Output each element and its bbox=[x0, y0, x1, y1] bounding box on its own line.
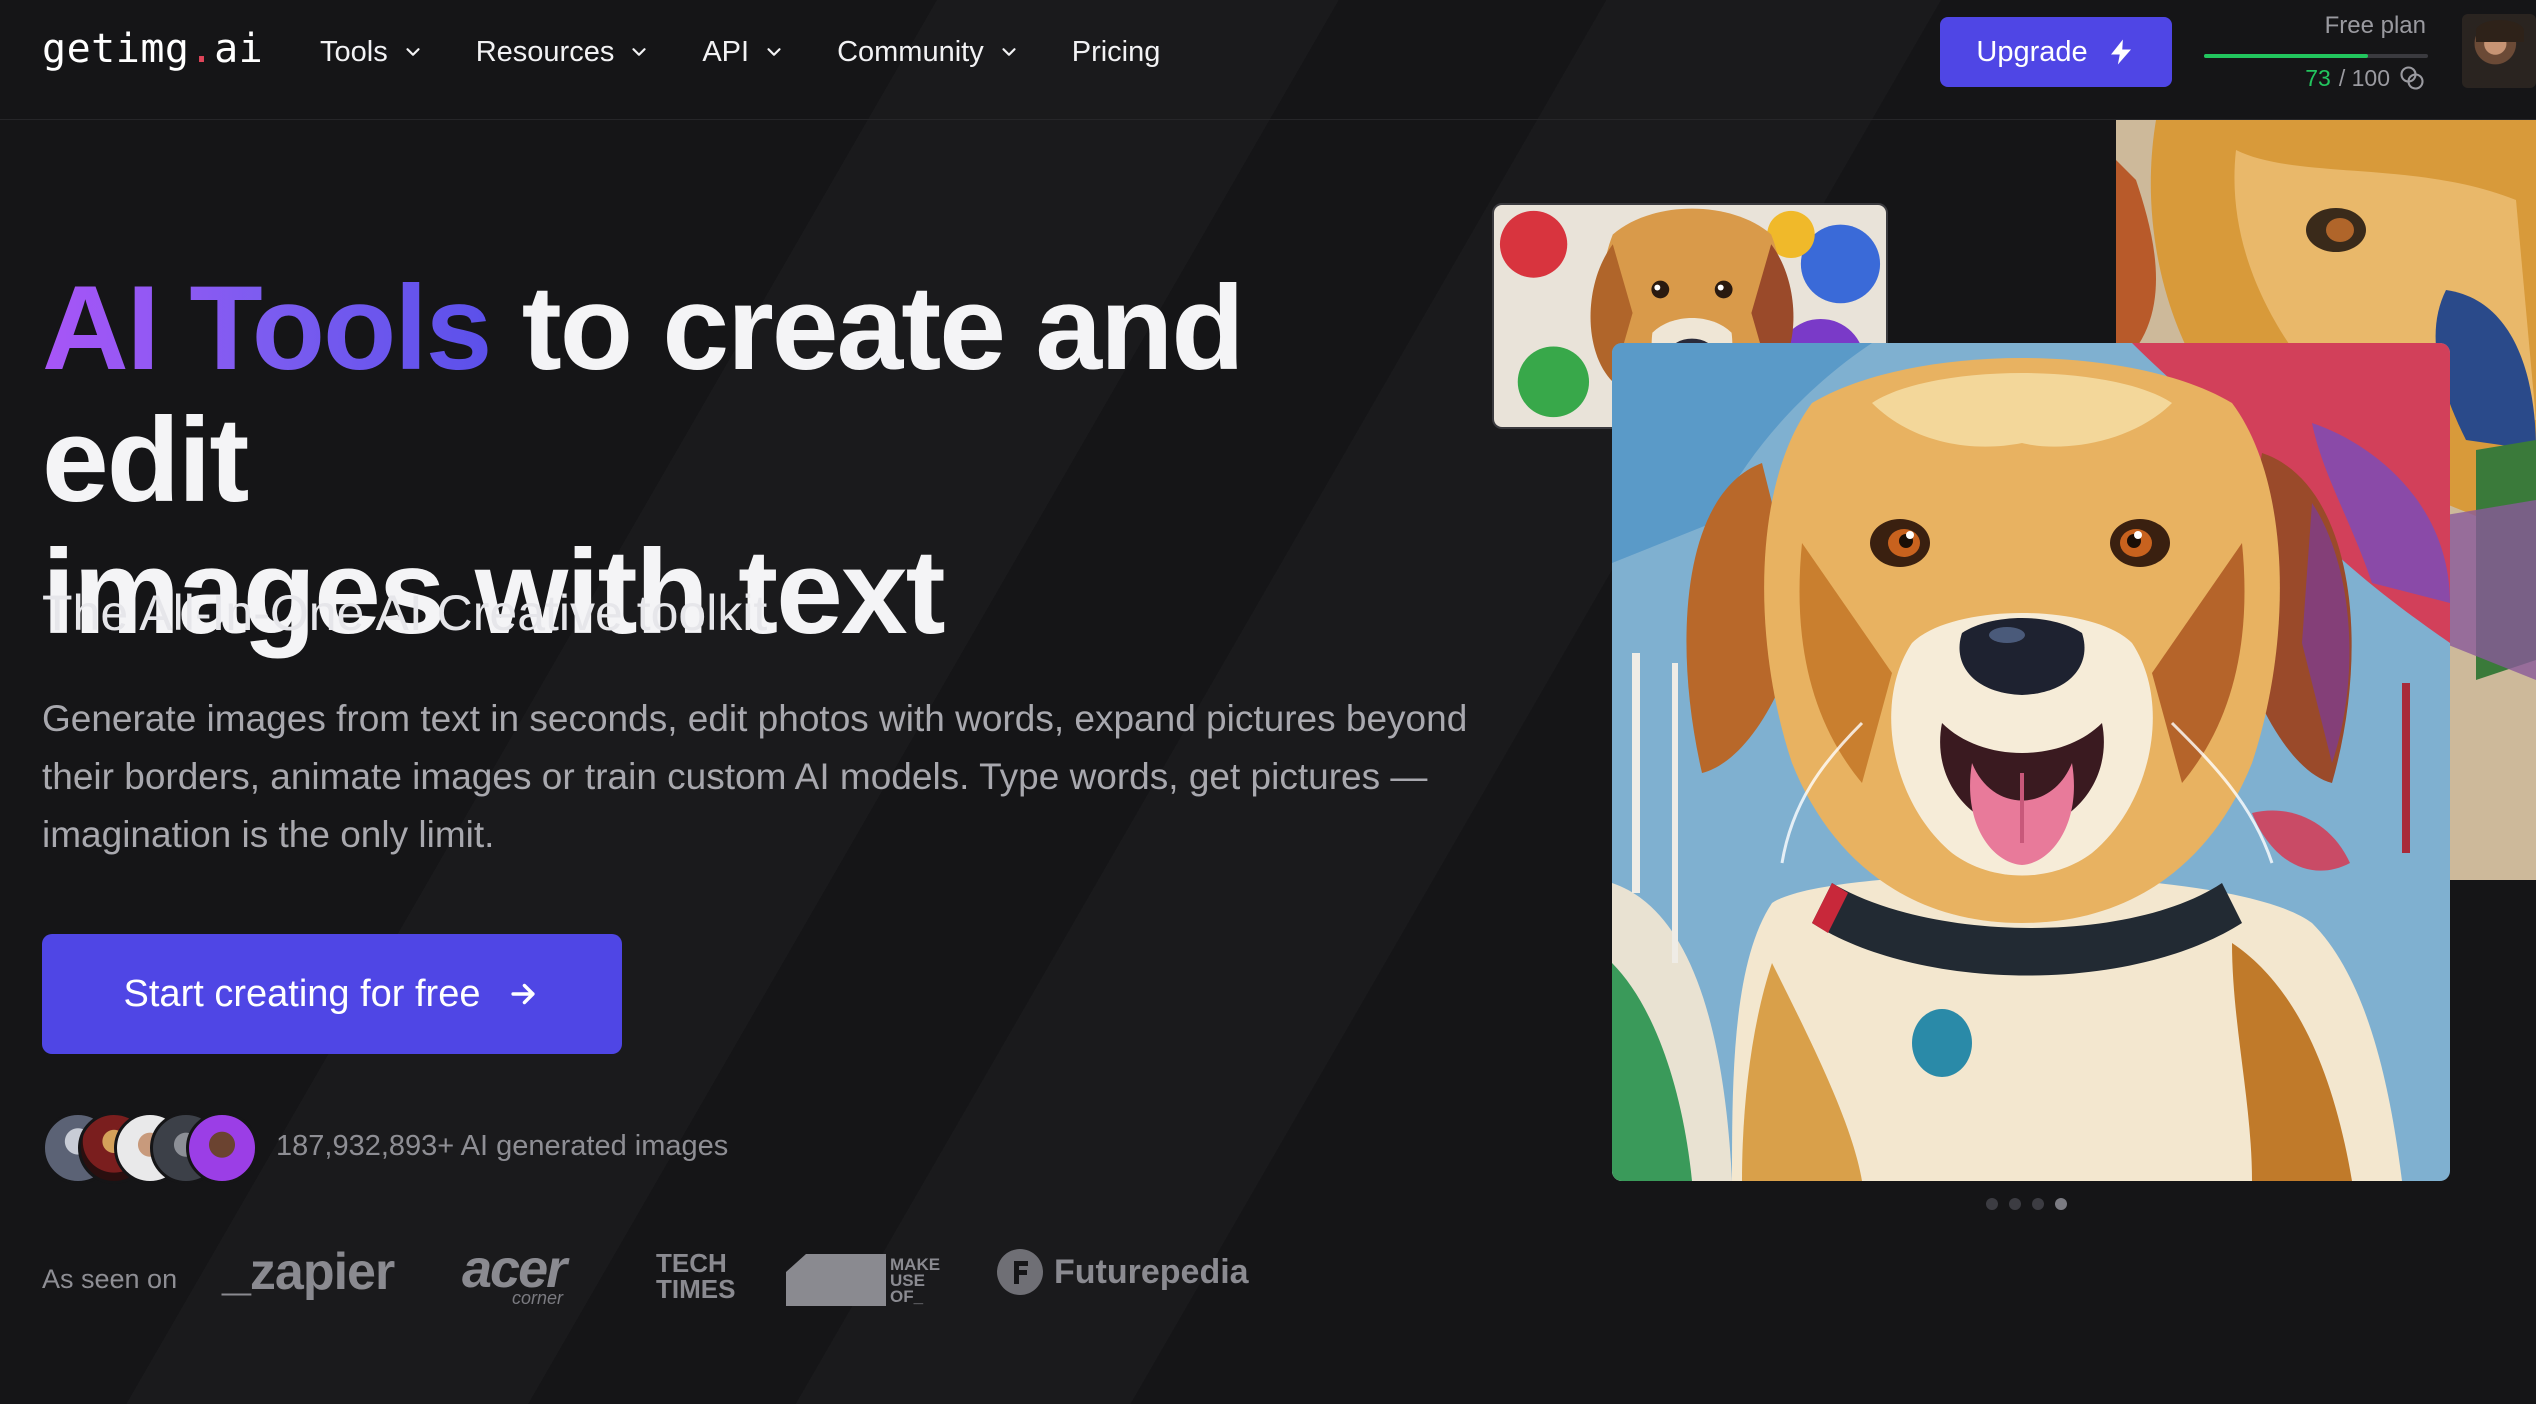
upgrade-button-label: Upgrade bbox=[1976, 35, 2088, 68]
nav-community-label: Community bbox=[837, 35, 984, 68]
credits-used: 73 bbox=[2305, 64, 2331, 91]
credits-total: / 100 bbox=[2338, 64, 2390, 91]
hero-description: Generate images from text in seconds, ed… bbox=[42, 698, 1468, 855]
chevron-down-icon bbox=[767, 48, 781, 56]
upgrade-button[interactable]: Upgrade bbox=[1940, 17, 2172, 87]
generated-images-count: 187,932,893+ AI generated images bbox=[276, 1130, 729, 1162]
carousel-indicators bbox=[1986, 1198, 2067, 1210]
credits-icon bbox=[2400, 66, 2424, 90]
nav-pricing[interactable]: Pricing bbox=[1072, 36, 1161, 69]
nav-api-label: API bbox=[702, 35, 750, 68]
user-avatar[interactable] bbox=[2462, 14, 2536, 88]
tech-times-line2: TIMES bbox=[656, 1274, 736, 1304]
plan-label: Free plan bbox=[2324, 12, 2426, 39]
as-seen-on-label: As seen on bbox=[42, 1264, 178, 1294]
make-use-of-mark: MAKE USE OF_ bbox=[786, 1254, 940, 1306]
main-dog-image bbox=[1612, 343, 2450, 1181]
credits-progress-bar bbox=[2204, 54, 2428, 58]
main-nav: Tools Resources API Community Pricing bbox=[320, 0, 1212, 104]
nav-resources[interactable]: Resources bbox=[476, 36, 651, 69]
avatar bbox=[186, 1112, 258, 1184]
start-creating-label: Start creating for free bbox=[123, 972, 481, 1015]
futurepedia-icon bbox=[997, 1249, 1043, 1295]
carousel-dot[interactable] bbox=[2009, 1198, 2021, 1210]
muo-line3: OF_ bbox=[890, 1287, 924, 1306]
carousel-dot[interactable] bbox=[1986, 1198, 1998, 1210]
start-creating-button[interactable]: Start creating for free bbox=[42, 934, 622, 1054]
chevron-down-icon bbox=[632, 48, 646, 56]
nav-tools-label: Tools bbox=[320, 35, 388, 68]
zapier-logo: _zapier bbox=[222, 1243, 395, 1301]
lightning-icon bbox=[2110, 39, 2131, 65]
nav-tools[interactable]: Tools bbox=[320, 36, 424, 69]
getimg-logo[interactable]: getimg.ai bbox=[42, 26, 263, 72]
user-avatars-stack bbox=[42, 1112, 262, 1186]
chevron-down-icon bbox=[406, 48, 420, 56]
nav-pricing-label: Pricing bbox=[1071, 35, 1161, 68]
credits-count: 73 / 100 bbox=[2305, 64, 2426, 92]
nav-community[interactable]: Community bbox=[837, 36, 1020, 69]
hero-subtitle: The All-In-One AI Creative toolkit bbox=[42, 585, 768, 641]
credits-progress-fill bbox=[2204, 54, 2368, 58]
nav-resources-label: Resources bbox=[475, 35, 615, 68]
futurepedia-logo: Futurepedia bbox=[996, 1248, 1249, 1296]
chevron-down-icon bbox=[1002, 48, 1016, 56]
tech-times-logo: TECH TIMES bbox=[656, 1250, 746, 1302]
carousel-dot-active[interactable] bbox=[2055, 1198, 2067, 1210]
carousel-dot[interactable] bbox=[2032, 1198, 2044, 1210]
plan-usage[interactable]: Free plan 73 / 100 bbox=[2200, 8, 2430, 98]
hero-title-highlight: AI Tools bbox=[42, 261, 492, 395]
acer-logo-sub: corner bbox=[512, 1288, 564, 1308]
futurepedia-text: Futurepedia bbox=[1054, 1252, 1249, 1291]
top-navbar: getimg.ai Tools Resources API Community … bbox=[0, 0, 2536, 120]
nav-api[interactable]: API bbox=[702, 36, 785, 69]
arrow-right-icon bbox=[511, 983, 536, 1005]
make-use-of-logo: MAKE USE OF_ bbox=[786, 1254, 956, 1311]
